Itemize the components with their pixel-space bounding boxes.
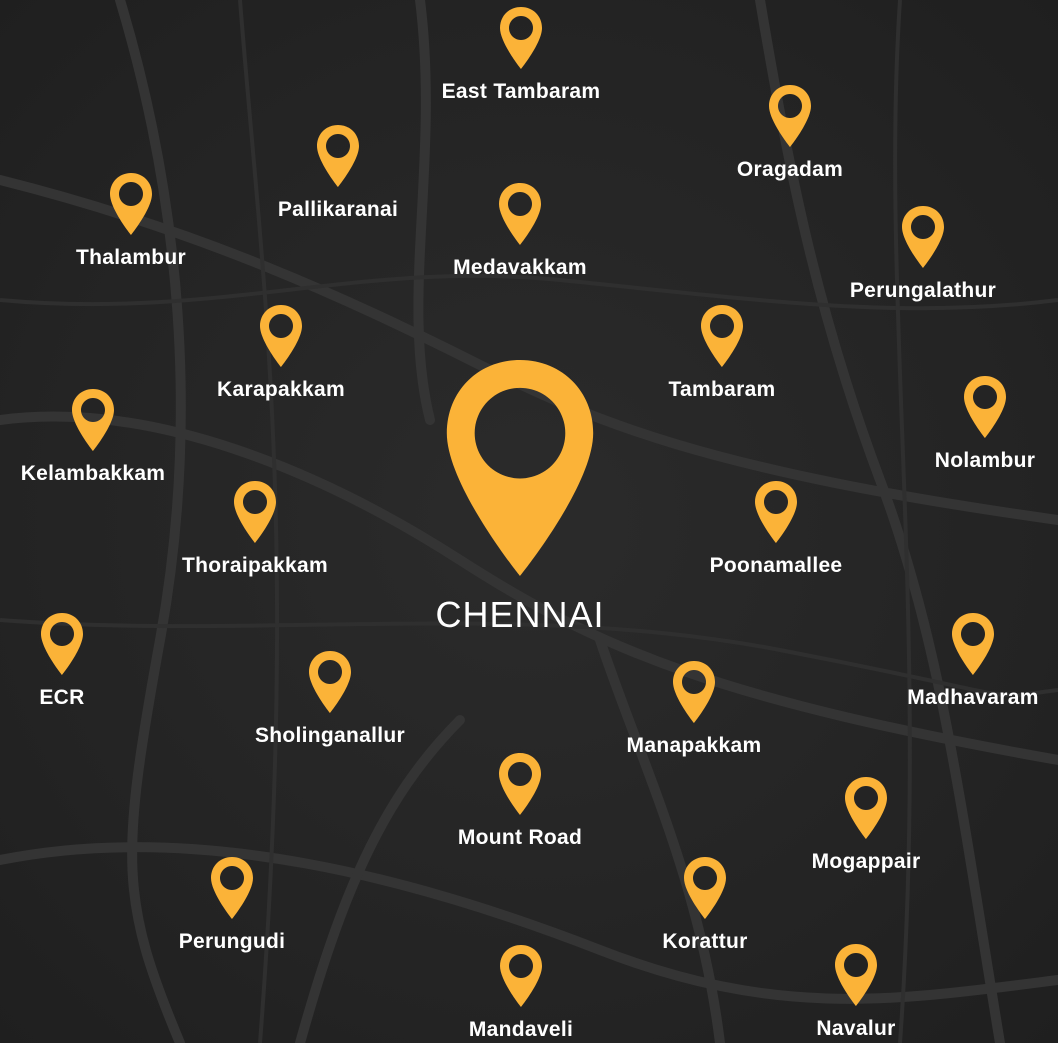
location-label: Kelambakkam: [20, 462, 166, 485]
chennai-pin-icon[interactable]: [434, 353, 606, 583]
location-label: Perungalathur: [849, 279, 997, 302]
location-label: Sholinganallur: [254, 724, 406, 747]
map-pin-icon[interactable]: [306, 649, 354, 715]
map-pin-icon[interactable]: [38, 611, 86, 677]
location-label: Tambaram: [668, 378, 776, 401]
map-pin-icon[interactable]: [208, 855, 256, 921]
map-pin-icon[interactable]: [961, 374, 1009, 440]
map-pin-icon[interactable]: [842, 775, 890, 841]
location-label: Manapakkam: [626, 734, 762, 757]
location-label: Madhavaram: [907, 686, 1039, 709]
map-pin-icon[interactable]: [949, 611, 997, 677]
map-pin-icon[interactable]: [231, 479, 279, 545]
location-label: Mogappair: [811, 850, 921, 873]
city-label: CHENNAI: [435, 594, 605, 635]
location-label: Poonamallee: [709, 554, 843, 577]
location-label: Thalambur: [75, 246, 187, 269]
location-label: Perungudi: [178, 930, 286, 953]
map-pin-icon[interactable]: [496, 751, 544, 817]
map-pin-icon[interactable]: [69, 387, 117, 453]
map-pin-icon[interactable]: [497, 943, 545, 1009]
location-label: Pallikaranai: [277, 198, 399, 221]
map-pin-icon[interactable]: [496, 181, 544, 247]
location-label: Karapakkam: [217, 378, 345, 401]
map-pin-icon[interactable]: [752, 479, 800, 545]
map-pin-icon[interactable]: [698, 303, 746, 369]
map-pin-icon[interactable]: [766, 83, 814, 149]
location-label: Korattur: [662, 930, 748, 953]
location-label: East Tambaram: [441, 80, 601, 103]
location-label: Mandaveli: [468, 1018, 574, 1041]
map-pin-icon[interactable]: [107, 171, 155, 237]
map-pin-icon[interactable]: [899, 204, 947, 270]
location-label: Navalur: [816, 1017, 896, 1040]
location-label: Nolambur: [934, 449, 1036, 472]
location-label: Oragadam: [736, 158, 844, 181]
map-pin-icon[interactable]: [670, 659, 718, 725]
location-label: Mount Road: [457, 826, 583, 849]
map-pin-icon[interactable]: [314, 123, 362, 189]
location-label: Medavakkam: [453, 256, 587, 279]
map-pin-icon[interactable]: [497, 5, 545, 71]
map-pin-icon[interactable]: [681, 855, 729, 921]
chennai-locations-map: CHENNAI East Tambaram Oragadam Pallikarana…: [0, 0, 1058, 1043]
location-label: ECR: [39, 686, 85, 709]
location-label: Thoraipakkam: [182, 554, 328, 577]
map-pin-icon[interactable]: [832, 942, 880, 1008]
map-pin-icon[interactable]: [257, 303, 305, 369]
